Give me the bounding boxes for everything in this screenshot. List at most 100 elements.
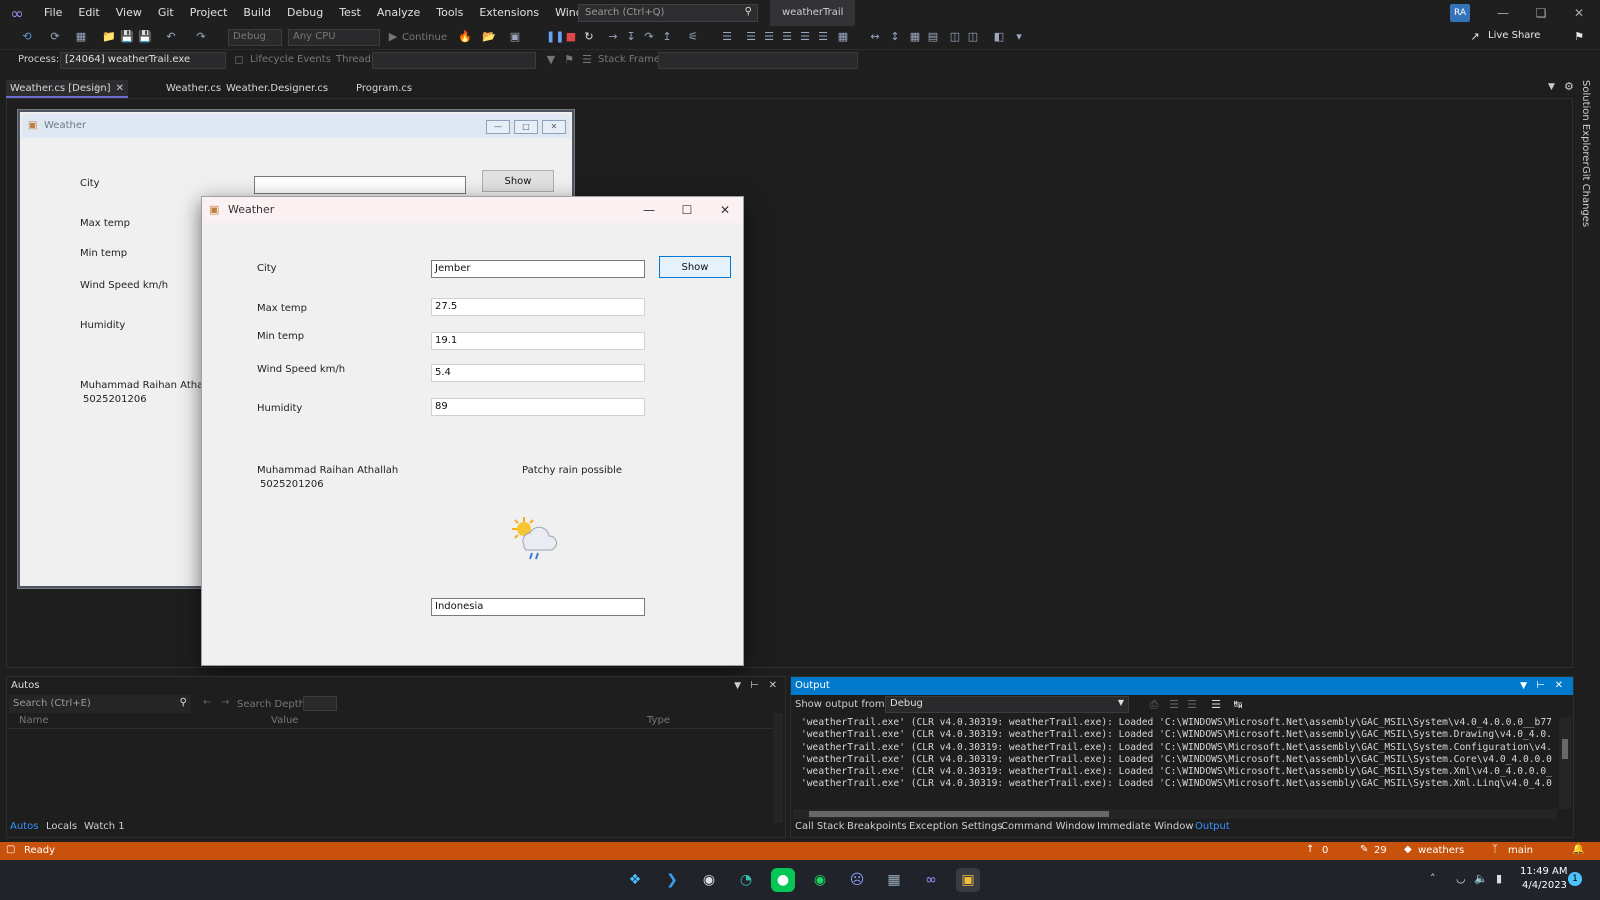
save-all-icon[interactable]: 💾 — [138, 30, 152, 44]
clear-all-icon[interactable]: ☰ — [1209, 698, 1223, 712]
menu-edit[interactable]: Edit — [70, 0, 107, 26]
align-right-icon[interactable]: ☰ — [762, 30, 776, 44]
autos-search-input[interactable]: Search (Ctrl+E) ⚲ — [9, 695, 191, 713]
notifications-icon[interactable]: 🔔 — [1572, 844, 1584, 855]
tab-program-cs[interactable]: Program.cs — [352, 80, 416, 98]
weather-app-taskbar-icon[interactable]: ▣ — [956, 868, 980, 892]
search-back-icon[interactable]: ← — [203, 697, 211, 708]
browse-icon[interactable]: 📂 — [482, 30, 496, 44]
find-message-icon[interactable]: ⎙ — [1147, 698, 1161, 712]
show-next-statement-icon[interactable]: → — [606, 30, 620, 44]
branch-name[interactable]: main — [1508, 845, 1533, 856]
output-text[interactable]: 'weatherTrail.exe' (CLR v4.0.30319: weat… — [801, 717, 1553, 791]
menu-git[interactable]: Git — [150, 0, 182, 26]
humidity-field[interactable]: 89 — [431, 398, 645, 416]
horizontal-scrollbar[interactable] — [793, 809, 1557, 819]
bring-to-front-icon[interactable]: ▤ — [926, 30, 940, 44]
column-type[interactable]: Type — [647, 715, 670, 726]
column-name[interactable]: Name — [19, 715, 49, 726]
volume-muted-icon[interactable]: 🔈 — [1474, 872, 1488, 885]
tab-exception-settings[interactable]: Exception Settings — [909, 821, 1002, 832]
unpushed-count[interactable]: 0 — [1322, 845, 1328, 856]
panel-dropdown-icon[interactable]: ▼ — [1520, 677, 1527, 695]
feedback-icon[interactable]: ⚑ — [1572, 30, 1586, 44]
city-input[interactable]: Jember — [431, 260, 645, 278]
center-vertically-icon[interactable]: ◫ — [966, 30, 980, 44]
city-input[interactable] — [254, 176, 466, 194]
platform-select[interactable]: Any CPU — [288, 29, 380, 46]
align-center-icon[interactable]: ☰ — [744, 30, 758, 44]
go-app-icon[interactable]: ◉ — [697, 868, 721, 892]
process-select[interactable]: [24064] weatherTrail.exe — [60, 52, 226, 69]
scrollbar-thumb[interactable] — [1562, 739, 1568, 759]
solution-explorer-tab[interactable]: Solution Explorer — [1580, 80, 1591, 166]
lifecycle-events-button[interactable]: Lifecycle Events — [250, 54, 331, 65]
vertical-scrollbar[interactable] — [1559, 717, 1571, 809]
start-menu-icon[interactable]: ❖ — [623, 868, 647, 892]
size-to-grid-icon[interactable]: ▦ — [908, 30, 922, 44]
show-hidden-icons-icon[interactable]: ˄ — [1430, 872, 1436, 885]
panel-dropdown-icon[interactable]: ▼ — [734, 677, 741, 695]
country-field[interactable]: Indonesia — [431, 598, 645, 616]
flag-icon[interactable]: ⚑ — [562, 53, 576, 67]
discord-icon[interactable]: ☹ — [845, 868, 869, 892]
spotify-icon[interactable]: ◉ — [808, 868, 832, 892]
max-temp-field[interactable]: 27.5 — [431, 298, 645, 316]
menu-test[interactable]: Test — [331, 0, 369, 26]
step-out-icon[interactable]: ↥ — [660, 30, 674, 44]
avatar[interactable]: RA — [1450, 4, 1470, 22]
search-input[interactable]: Search (Ctrl+Q) ⚲ — [578, 4, 758, 22]
pause-icon[interactable]: ❚❚ — [546, 30, 564, 44]
menu-debug[interactable]: Debug — [279, 0, 331, 26]
hex-display-icon[interactable]: ⚟ — [686, 30, 700, 44]
scrollbar-thumb[interactable] — [809, 811, 1109, 817]
vscode-icon[interactable]: ❯ — [660, 868, 684, 892]
filter-icon[interactable]: ▼ — [544, 53, 558, 67]
toolbar-overflow-icon[interactable]: ▾ — [1012, 30, 1026, 44]
same-size-icon[interactable]: ▦ — [836, 30, 850, 44]
maximize-icon[interactable]: ☐ — [668, 197, 706, 223]
close-icon[interactable]: ✕ — [769, 677, 777, 695]
pin-icon[interactable]: ⊢ — [95, 80, 104, 98]
open-folder-icon[interactable]: 📁 — [102, 30, 116, 44]
menu-file[interactable]: File — [36, 0, 70, 26]
close-icon[interactable]: ✕ — [1560, 0, 1598, 26]
align-middle-icon[interactable]: ☰ — [798, 30, 812, 44]
next-message-icon[interactable]: ☰ — [1185, 698, 1199, 712]
stop-icon[interactable]: ■ — [564, 30, 578, 44]
clock-time[interactable]: 11:49 AM — [1520, 866, 1567, 877]
diagnostic-icon[interactable]: ▣ — [508, 30, 522, 44]
search-depth-select[interactable] — [303, 696, 337, 711]
tab-weather-cs[interactable]: Weather.cs — [162, 80, 225, 98]
tab-autos[interactable]: Autos — [10, 821, 38, 832]
line-app-icon[interactable]: ● — [771, 868, 795, 892]
forward-icon[interactable]: ⟳ — [48, 30, 62, 44]
back-icon[interactable]: ⟲ — [20, 30, 34, 44]
search-forward-icon[interactable]: → — [221, 697, 229, 708]
align-bottom-icon[interactable]: ☰ — [816, 30, 830, 44]
show-button[interactable]: Show — [659, 256, 731, 278]
wind-speed-field[interactable]: 5.4 — [431, 364, 645, 382]
continue-button[interactable]: Continue — [402, 32, 447, 43]
close-icon[interactable]: ✕ — [1555, 677, 1563, 695]
tab-call-stack[interactable]: Call Stack — [795, 821, 845, 832]
live-share-button[interactable]: Live Share — [1488, 30, 1540, 41]
vertical-scrollbar[interactable] — [773, 713, 783, 823]
show-threads-icon[interactable]: ☰ — [580, 53, 594, 67]
new-project-icon[interactable]: ▦ — [74, 30, 88, 44]
wifi-icon[interactable]: ◡ — [1456, 872, 1466, 885]
pending-changes-count[interactable]: 29 — [1374, 845, 1387, 856]
menu-project[interactable]: Project — [182, 0, 236, 26]
repository-name[interactable]: weathers — [1418, 845, 1464, 856]
tab-locals[interactable]: Locals — [46, 821, 77, 832]
vertical-spacing-icon[interactable]: ↕ — [888, 30, 902, 44]
weather-window-titlebar[interactable]: ▣ Weather — ☐ ✕ — [202, 197, 743, 223]
settings-gear-icon[interactable]: ⚙ — [1564, 80, 1574, 93]
tab-weather-designer-cs[interactable]: Weather.Designer.cs — [222, 80, 332, 98]
thread-select[interactable] — [372, 52, 536, 69]
hot-reload-icon[interactable]: 🔥 — [458, 30, 472, 44]
tab-immediate-window[interactable]: Immediate Window — [1097, 821, 1194, 832]
align-top-icon[interactable]: ☰ — [780, 30, 794, 44]
output-source-select[interactable]: Debug ▼ — [885, 696, 1129, 713]
notification-badge[interactable]: 1 — [1568, 872, 1582, 886]
